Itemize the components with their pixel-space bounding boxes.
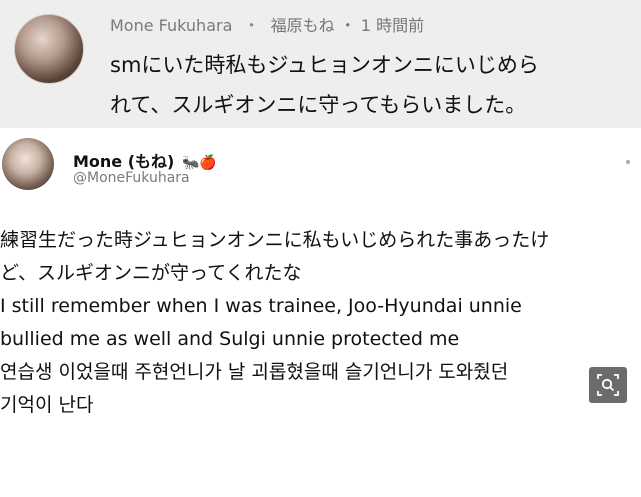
tweet-line-1: 練習生だった時ジュヒョンオンニに私もいじめられた事あったけ <box>0 229 550 251</box>
comment-text: smにいた時私もジュヒョンオンニにいじめら れて、スルギオンニに守ってもらいまし… <box>110 45 630 125</box>
tweet-author-name[interactable]: Mone (もね) 🐜🍎 <box>73 148 217 172</box>
comment-card: Mone Fukuhara ・ 福原もね ・ 1 時間前 smにいた時私もジュヒ… <box>0 0 641 128</box>
comment-header: Mone Fukuhara ・ 福原もね ・ 1 時間前 <box>110 12 424 36</box>
comment-line-2: れて、スルギオンニに守ってもらいました。 <box>110 93 527 117</box>
tweet-avatar[interactable] <box>2 138 54 190</box>
tweet-card: Mone (もね) 🐜🍎 @MoneFukuhara 練習生だった時ジュヒョンオ… <box>0 128 641 497</box>
tweet-line-6: 기억이 난다 <box>0 394 94 416</box>
dot-separator: ・ <box>339 16 356 35</box>
author-name[interactable]: Mone Fukuhara <box>110 16 232 35</box>
image-search-button[interactable] <box>589 367 627 403</box>
tweet-text: 練習生だった時ジュヒョンオンニに私もいじめられた事あったけ ど、スルギオンニが守… <box>0 224 630 422</box>
comment-line-1: smにいた時私もジュヒョンオンニにいじめら <box>110 53 539 77</box>
tweet-line-4: bullied me as well and Sulgi unnie prote… <box>0 328 460 350</box>
separator: ・ <box>243 16 260 35</box>
dot-icon <box>626 160 630 164</box>
avatar[interactable] <box>14 14 84 84</box>
tweet-line-5: 연습생 이었을때 주현언니가 날 괴롭혔을때 슬기언니가 도와줬던 <box>0 361 509 383</box>
image-search-icon <box>597 374 619 396</box>
tweet-handle[interactable]: @MoneFukuhara <box>73 170 190 186</box>
timestamp: 1 時間前 <box>360 16 425 35</box>
ant-apple-emoji-icon: 🐜🍎 <box>181 155 217 171</box>
author-alt-name: 福原もね <box>270 16 335 35</box>
tweet-line-2: ど、スルギオンニが守ってくれたな <box>0 262 302 284</box>
tweet-name-text: Mone (もね) <box>73 152 175 171</box>
tweet-line-3: I still remember when I was trainee, Joo… <box>0 295 522 317</box>
